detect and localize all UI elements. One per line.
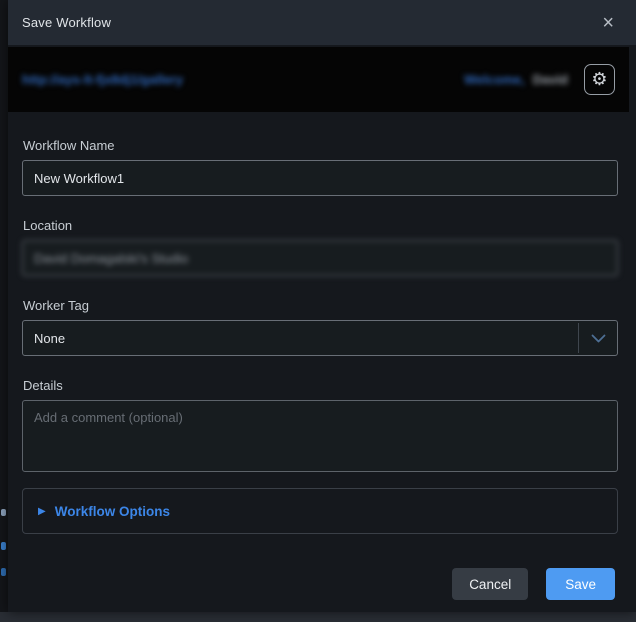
- location-input[interactable]: [22, 240, 618, 276]
- dialog-footer: Cancel Save: [22, 568, 618, 600]
- welcome-label: Welcome,: [464, 72, 524, 87]
- dialog-title: Save Workflow: [22, 15, 111, 30]
- worker-tag-dropdown[interactable]: None: [22, 320, 618, 356]
- details-textarea[interactable]: [22, 400, 618, 472]
- dialog-titlebar: Save Workflow ×: [8, 0, 636, 45]
- close-icon[interactable]: ×: [596, 11, 620, 35]
- expander-triangle-icon: ▶: [38, 506, 46, 517]
- workflow-options-expander[interactable]: ▶ Workflow Options: [22, 488, 618, 534]
- gear-icon[interactable]: ⚙: [584, 64, 615, 95]
- banner-user-area: Welcome, David ⚙: [464, 64, 615, 95]
- background-app-fragment: [1, 509, 6, 516]
- background-app-fragment: [1, 542, 6, 550]
- save-button[interactable]: Save: [546, 568, 615, 600]
- cancel-button[interactable]: Cancel: [452, 568, 528, 600]
- details-label: Details: [23, 378, 618, 393]
- gallery-banner: http://ays-lt-fjx8dj1/gallery Welcome, D…: [8, 47, 629, 112]
- chevron-down-icon[interactable]: [579, 321, 617, 355]
- gallery-url-link[interactable]: http://ays-lt-fjx8dj1/gallery: [22, 72, 183, 87]
- background-app-strip: [0, 612, 636, 622]
- username-label: David: [533, 72, 568, 87]
- workflow-name-input[interactable]: [22, 160, 618, 196]
- location-label: Location: [23, 218, 618, 233]
- workflow-name-label: Workflow Name: [23, 138, 618, 153]
- worker-tag-selected-value: None: [23, 321, 578, 355]
- background-app-fragment: [1, 568, 6, 576]
- save-workflow-form: Workflow Name Location Worker Tag None D…: [8, 112, 636, 600]
- workflow-options-label: Workflow Options: [55, 504, 170, 519]
- worker-tag-label: Worker Tag: [23, 298, 618, 313]
- save-workflow-dialog: Save Workflow × http://ays-lt-fjx8dj1/ga…: [8, 0, 636, 612]
